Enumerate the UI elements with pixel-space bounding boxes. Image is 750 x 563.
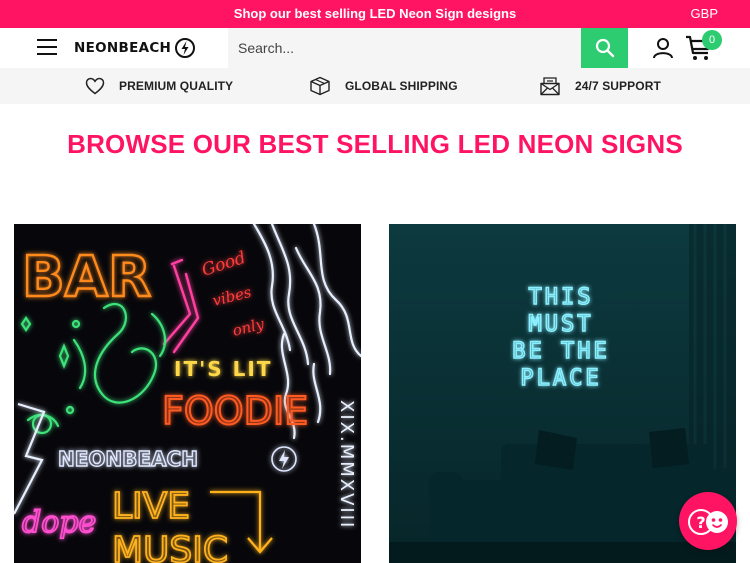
neon-sign-its-lit: IT'S LIT	[174, 357, 272, 381]
chat-bubble-icon: ?	[688, 509, 728, 535]
svg-text:?: ?	[696, 513, 705, 532]
mail-icon	[540, 77, 560, 96]
features-bar: PREMIUM QUALITY GLOBAL SHIPPING 24/7 SUP…	[0, 68, 750, 104]
neon-sign-foodie: FOODIE	[162, 389, 308, 433]
feature-premium-quality: PREMIUM QUALITY	[85, 68, 233, 104]
user-icon[interactable]	[651, 36, 675, 60]
product-image: BAR Good vibes only IT'S LIT FOODIE NEON…	[14, 224, 361, 563]
announcement-text[interactable]: Shop our best selling LED Neon Sign desi…	[0, 6, 750, 21]
neon-sign-neonbeach: NEONBEACH	[58, 447, 198, 471]
site-header: NEONBEACH	[0, 28, 750, 68]
cart-count-badge: 0	[702, 30, 722, 50]
neon-sign-roman: XIX.MMXVIII	[336, 400, 357, 529]
feature-global-shipping: GLOBAL SHIPPING	[309, 68, 458, 104]
lightning-bolt-icon	[175, 38, 196, 58]
announcement-bar: Shop our best selling LED Neon Sign desi…	[0, 0, 750, 28]
neon-sign-live: LIVE	[112, 486, 190, 527]
neon-sign-dope: dope	[22, 505, 96, 540]
hamburger-menu-icon[interactable]	[37, 39, 57, 57]
neon-sign-line-1: THIS	[529, 285, 594, 310]
logo-text: NEONBEACH	[74, 40, 172, 56]
neon-sign-bar: BAR	[22, 245, 151, 310]
feature-label: 24/7 SUPPORT	[575, 79, 661, 93]
feature-label: PREMIUM QUALITY	[119, 79, 234, 93]
feature-support: 24/7 SUPPORT	[539, 68, 661, 104]
section-heading: BROWSE OUR BEST SELLING LED NEON SIGNS	[67, 129, 683, 159]
neon-sign-line-3: BE THE	[512, 339, 609, 364]
chat-widget-button[interactable]: ?	[679, 492, 737, 550]
neon-sign-music: MUSIC	[112, 530, 228, 563]
search-icon	[595, 38, 614, 58]
site-logo[interactable]: NEONBEACH	[74, 37, 196, 59]
box-icon	[310, 76, 330, 96]
feature-label: GLOBAL SHIPPING	[345, 79, 458, 93]
neon-sign-line-2: MUST	[529, 312, 594, 337]
currency-selector[interactable]: GBP	[691, 6, 718, 21]
search-bar	[228, 28, 628, 68]
product-card-neon-collage[interactable]: BAR Good vibes only IT'S LIT FOODIE NEON…	[14, 224, 361, 563]
heart-icon	[85, 77, 105, 95]
search-button[interactable]	[581, 28, 628, 68]
search-input[interactable]	[228, 28, 581, 68]
neon-sign-line-4: PLACE	[520, 366, 601, 391]
